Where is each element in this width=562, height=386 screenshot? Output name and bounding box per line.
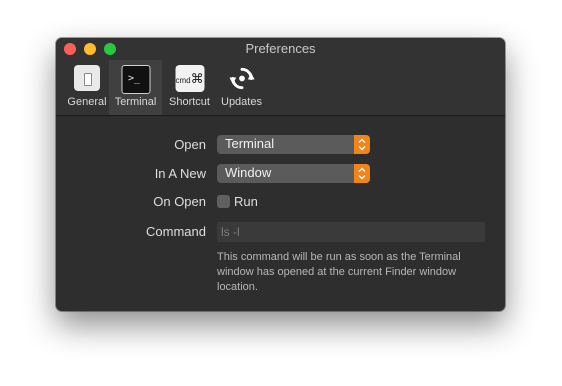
tab-general[interactable]: General [62,60,112,115]
updates-icon [228,67,255,90]
shortcut-icon: cmd⌘ [175,65,204,92]
tab-updates-label: Updates [221,96,262,108]
toolbar: Preferences General >_ Terminal cmd⌘ Sho… [56,38,505,116]
open-select-value: Terminal [225,136,275,151]
chevron-updown-icon [358,167,366,180]
tab-general-label: General [67,96,107,108]
run-checkbox[interactable] [217,195,230,208]
tab-terminal-label: Terminal [114,96,157,108]
command-key-symbol: ⌘ [190,71,204,86]
shortcut-icon-text: cmd [175,76,191,85]
in-a-new-select-stepper[interactable] [354,164,370,183]
run-checkbox-label[interactable]: Run [234,194,258,209]
window-title: Preferences [245,41,316,56]
open-label: Open [174,137,206,152]
command-input[interactable] [217,222,485,242]
tab-shortcut-label: Shortcut [169,96,210,108]
tab-updates[interactable]: Updates [216,60,267,115]
open-select-stepper[interactable] [354,135,370,154]
preferences-window: Preferences General >_ Terminal cmd⌘ Sho… [56,38,505,311]
on-open-label: On Open [153,194,206,209]
command-help-text: This command will be run as soon as the … [217,251,461,293]
in-a-new-label: In A New [154,166,206,181]
chevron-updown-icon [358,138,366,151]
in-a-new-select-value: Window [225,165,272,180]
tab-shortcut[interactable]: cmd⌘ Shortcut [164,60,215,115]
general-icon [74,65,100,91]
in-a-new-select[interactable]: Window [217,164,370,183]
command-label: Command [146,224,206,239]
terminal-icon: >_ [121,65,150,94]
tab-terminal[interactable]: >_ Terminal [109,60,162,115]
open-select[interactable]: Terminal [217,135,370,154]
